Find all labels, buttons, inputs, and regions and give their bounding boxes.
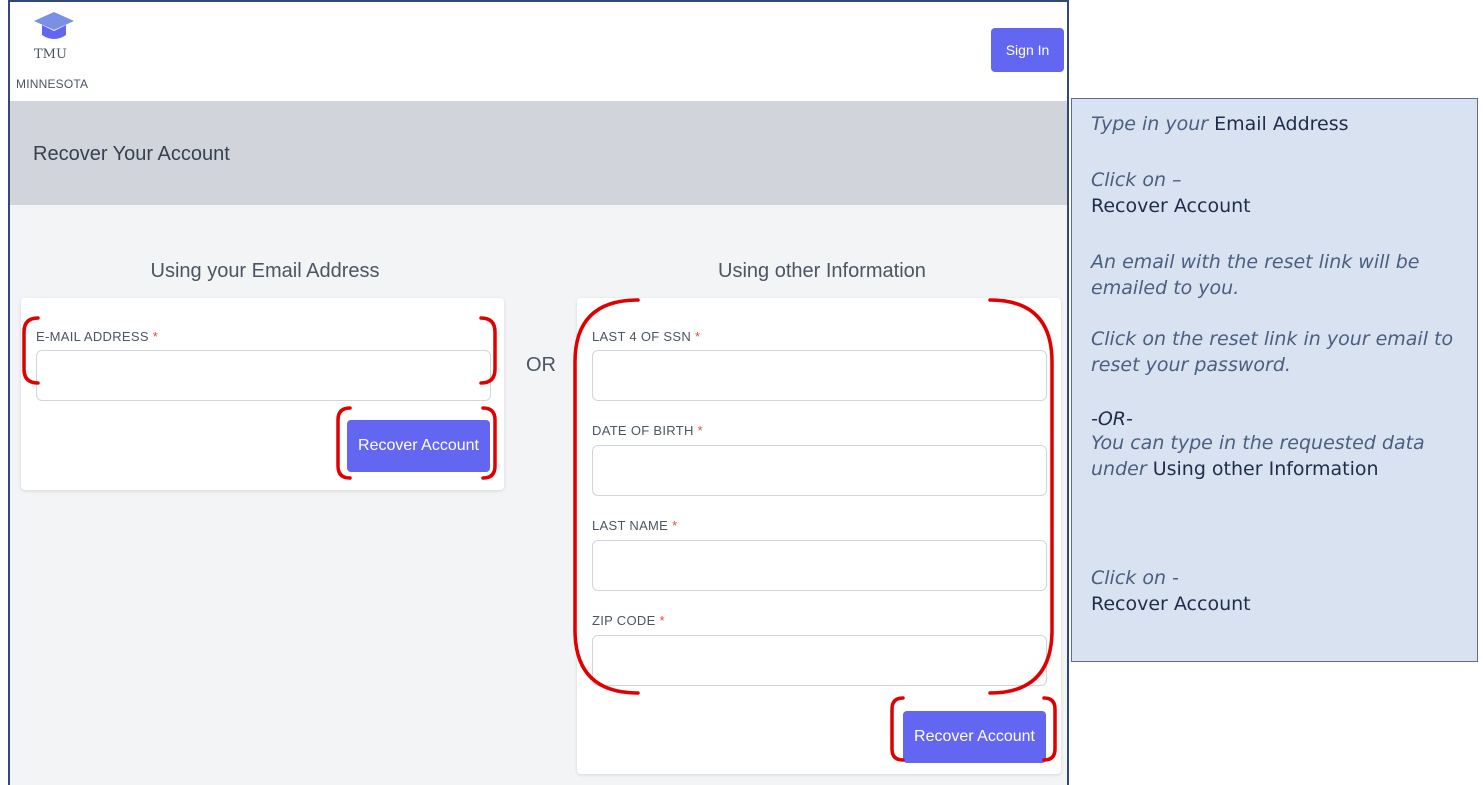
graduation-cap-icon bbox=[34, 12, 74, 39]
logo-text: TMU bbox=[34, 47, 67, 62]
required-asterisk: * bbox=[694, 329, 701, 344]
tmu-logo[interactable]: TMU MINNESOTA bbox=[16, 10, 96, 94]
instructions-panel: Type in your Email Address Click on – Rec… bbox=[1071, 98, 1478, 662]
instruction-or-marker: -OR- bbox=[1091, 408, 1133, 430]
zip-code-input[interactable] bbox=[592, 635, 1047, 686]
recover-account-other-button[interactable]: Recover Account bbox=[903, 711, 1046, 763]
required-asterisk: * bbox=[659, 613, 665, 628]
page-header: Recover Your Account bbox=[10, 101, 1067, 205]
sign-in-button[interactable]: Sign In bbox=[991, 28, 1064, 72]
dob-label: DATE OF BIRTH * bbox=[592, 423, 703, 438]
email-input[interactable] bbox=[36, 350, 491, 401]
instruction-step-6: Click on - Recover Account bbox=[1091, 567, 1251, 615]
instruction-step-2: Click on – Recover Account bbox=[1091, 169, 1251, 217]
app-window: TMU MINNESOTA Sign In Recover Your Accou… bbox=[8, 0, 1069, 785]
instruction-step-4: Click on the reset link in your email to… bbox=[1091, 328, 1454, 376]
other-info-recovery-card: LAST 4 OF SSN * DATE OF BIRTH * LAST NAM… bbox=[577, 298, 1061, 774]
email-section-title: Using your Email Address bbox=[150, 260, 380, 282]
last-name-label: LAST NAME * bbox=[592, 518, 678, 533]
instruction-step-1: Type in your Email Address bbox=[1091, 113, 1349, 135]
email-recovery-card: E-MAIL ADDRESS * Recover Account bbox=[21, 298, 504, 490]
email-label: E-MAIL ADDRESS * bbox=[36, 329, 159, 344]
instruction-step-5: You can type in the requested data under… bbox=[1091, 432, 1425, 480]
logo-subtext: MINNESOTA bbox=[16, 77, 89, 91]
ssn-input[interactable] bbox=[592, 350, 1047, 401]
recover-account-email-button[interactable]: Recover Account bbox=[347, 420, 490, 472]
required-asterisk: * bbox=[672, 518, 678, 533]
or-separator: OR bbox=[526, 354, 556, 376]
page-title: Recover Your Account bbox=[33, 143, 230, 165]
last-name-input[interactable] bbox=[592, 540, 1047, 591]
instruction-step-3: An email with the reset link will be ema… bbox=[1091, 251, 1420, 299]
top-navbar: TMU MINNESOTA Sign In bbox=[10, 2, 1067, 101]
required-asterisk: * bbox=[697, 423, 703, 438]
dob-input[interactable] bbox=[592, 445, 1047, 496]
ssn-label: LAST 4 OF SSN * bbox=[592, 329, 701, 344]
zip-code-label: ZIP CODE * bbox=[592, 613, 665, 628]
other-info-section-title: Using other Information bbox=[718, 260, 926, 282]
required-asterisk: * bbox=[152, 329, 159, 344]
